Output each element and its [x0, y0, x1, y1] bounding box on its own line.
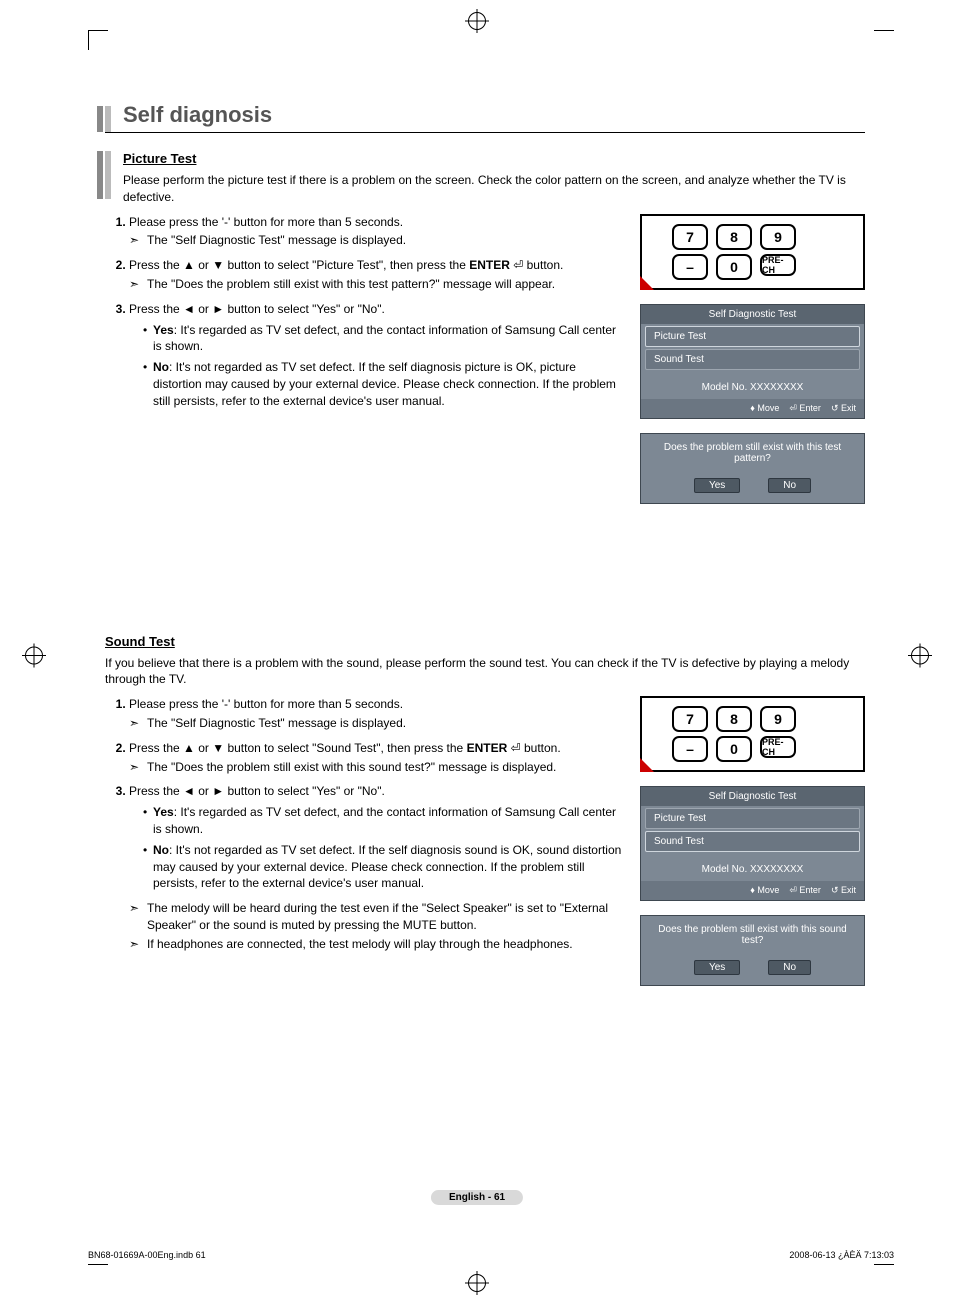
remote-button-8[interactable]: 8	[716, 706, 752, 732]
remote-illustration: 7 8 9 – 0 PRE-CH	[640, 696, 865, 772]
crop-mark	[874, 30, 894, 50]
step-3: Press the ◄ or ► button to select "Yes" …	[129, 783, 622, 952]
remote-button-dash[interactable]: –	[672, 254, 708, 280]
step-text: Press the ◄ or ► button to select "Yes" …	[129, 302, 385, 316]
step-1: Please press the '-' button for more tha…	[129, 214, 622, 250]
enter-icon: ⏎	[511, 741, 521, 755]
crop-mark	[88, 30, 108, 50]
osd-item-picture-test[interactable]: Picture Test	[645, 808, 860, 829]
osd-footer: ♦ Move ⏎ Enter ↺ Exit	[641, 399, 864, 418]
sound-test-title: Sound Test	[105, 634, 865, 649]
osd-footer: ♦ Move ⏎ Enter ↺ Exit	[641, 881, 864, 900]
step-1: Please press the '-' button for more tha…	[129, 696, 622, 732]
registration-mark-left	[25, 646, 43, 669]
yes-no-list: Yes: It's regarded as TV set defect, and…	[129, 804, 622, 892]
osd-menu-sound: Self Diagnostic Test Picture Test Sound …	[640, 786, 865, 901]
prompt-no-button[interactable]: No	[768, 960, 811, 975]
osd-hint-enter: ⏎ Enter	[789, 403, 821, 414]
enter-icon: ⏎	[513, 258, 523, 272]
picture-test-section: Picture Test Please perform the picture …	[105, 151, 865, 504]
sound-test-intro: If you believe that there is a problem w…	[105, 655, 865, 689]
footer-right: 2008-06-13 ¿ÀÈÄ 7:13:03	[789, 1250, 894, 1260]
accent-bar-icon	[97, 106, 111, 132]
picture-test-figures: 7 8 9 – 0 PRE-CH	[640, 214, 865, 504]
step-text: Please press the '-' button for more tha…	[129, 697, 403, 711]
osd-title: Self Diagnostic Test	[641, 305, 864, 324]
step-2: Press the ▲ or ▼ button to select "Sound…	[129, 740, 622, 776]
step-note: The "Does the problem still exist with t…	[129, 759, 622, 776]
step-text: Please press the '-' button for more tha…	[129, 215, 403, 229]
step-text: Press the ▲ or ▼ button to select "Pictu…	[129, 258, 563, 272]
section-header: Self diagnosis	[105, 100, 865, 133]
remote-button-prech[interactable]: PRE-CH	[760, 254, 796, 276]
sound-test-figures: 7 8 9 – 0 PRE-CH Self Diagno	[640, 696, 865, 986]
step-note: The "Self Diagnostic Test" message is di…	[129, 232, 622, 249]
sound-test-section: Sound Test If you believe that there is …	[105, 634, 865, 987]
remote-button-prech[interactable]: PRE-CH	[760, 736, 796, 758]
osd-item-picture-test[interactable]: Picture Test	[645, 326, 860, 347]
section-title: Self diagnosis	[123, 100, 272, 132]
prompt-question: Does the problem still exist with this s…	[647, 924, 858, 946]
osd-title: Self Diagnostic Test	[641, 787, 864, 806]
osd-hint-move: ♦ Move	[750, 885, 779, 896]
osd-model: Model No. XXXXXXXX	[641, 854, 864, 881]
prompt-yes-button[interactable]: Yes	[694, 478, 740, 493]
extra-note-2: If headphones are connected, the test me…	[129, 936, 622, 953]
remote-button-0[interactable]: 0	[716, 254, 752, 280]
no-item: No: It's not regarded as TV set defect. …	[143, 842, 622, 892]
yes-item: Yes: It's regarded as TV set defect, and…	[143, 804, 622, 838]
remote-button-dash[interactable]: –	[672, 736, 708, 762]
osd-hint-move: ♦ Move	[750, 403, 779, 414]
osd-prompt-sound: Does the problem still exist with this s…	[640, 915, 865, 986]
osd-hint-enter: ⏎ Enter	[789, 885, 821, 896]
remote-button-7[interactable]: 7	[672, 224, 708, 250]
step-text: Press the ◄ or ► button to select "Yes" …	[129, 784, 385, 798]
pointer-icon	[640, 758, 654, 772]
yes-no-list: Yes: It's regarded as TV set defect, and…	[129, 322, 622, 410]
footer-left: BN68-01669A-00Eng.indb 61	[88, 1250, 206, 1260]
remote-button-7[interactable]: 7	[672, 706, 708, 732]
step-text: Press the ▲ or ▼ button to select "Sound…	[129, 741, 561, 755]
registration-mark-bottom	[468, 1274, 486, 1297]
registration-mark-top	[468, 12, 486, 35]
remote-button-8[interactable]: 8	[716, 224, 752, 250]
accent-bar-icon	[97, 151, 111, 199]
content: Self diagnosis Picture Test Please perfo…	[105, 100, 865, 986]
osd-menu-picture: Self Diagnostic Test Picture Test Sound …	[640, 304, 865, 419]
remote-button-9[interactable]: 9	[760, 706, 796, 732]
step-3: Press the ◄ or ► button to select "Yes" …	[129, 301, 622, 410]
step-2: Press the ▲ or ▼ button to select "Pictu…	[129, 257, 622, 293]
osd-item-sound-test[interactable]: Sound Test	[645, 831, 860, 852]
remote-button-0[interactable]: 0	[716, 736, 752, 762]
registration-mark-right	[911, 646, 929, 669]
prompt-question: Does the problem still exist with this t…	[647, 442, 858, 464]
extra-note-1: The melody will be heard during the test…	[129, 900, 622, 934]
step-note: The "Does the problem still exist with t…	[129, 276, 622, 293]
picture-test-steps: Please press the '-' button for more tha…	[105, 214, 622, 410]
step-note: The "Self Diagnostic Test" message is di…	[129, 715, 622, 732]
picture-test-title: Picture Test	[123, 151, 865, 166]
osd-item-sound-test[interactable]: Sound Test	[645, 349, 860, 370]
osd-prompt-picture: Does the problem still exist with this t…	[640, 433, 865, 504]
remote-button-9[interactable]: 9	[760, 224, 796, 250]
remote-illustration: 7 8 9 – 0 PRE-CH	[640, 214, 865, 290]
sound-test-steps: Please press the '-' button for more tha…	[105, 696, 622, 952]
picture-test-intro: Please perform the picture test if there…	[123, 172, 865, 206]
osd-hint-exit: ↺ Exit	[831, 403, 856, 414]
prompt-no-button[interactable]: No	[768, 478, 811, 493]
osd-hint-exit: ↺ Exit	[831, 885, 856, 896]
no-item: No: It's not regarded as TV set defect. …	[143, 359, 622, 409]
pointer-icon	[640, 276, 654, 290]
yes-item: Yes: It's regarded as TV set defect, and…	[143, 322, 622, 356]
osd-model: Model No. XXXXXXXX	[641, 372, 864, 399]
page-number: English - 61	[431, 1190, 523, 1205]
page: Self diagnosis Picture Test Please perfo…	[0, 0, 954, 1315]
prompt-yes-button[interactable]: Yes	[694, 960, 740, 975]
